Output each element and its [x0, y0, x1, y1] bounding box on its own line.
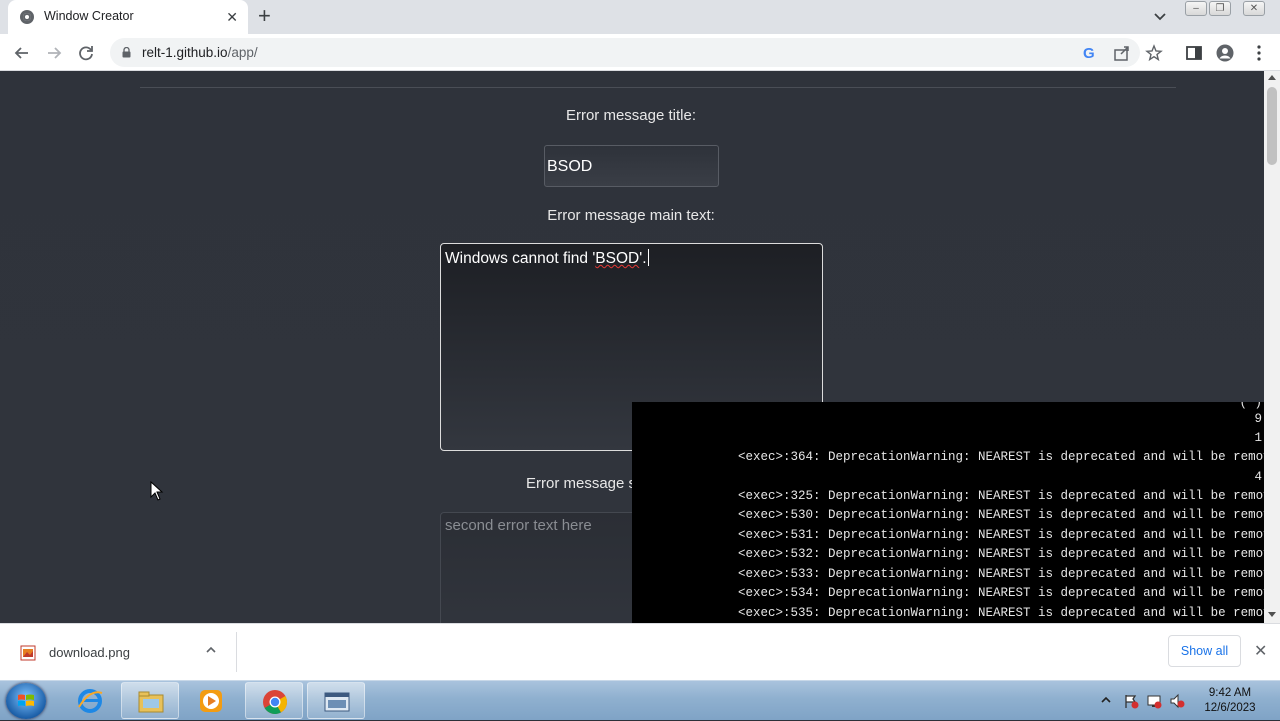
volume-muted-icon[interactable] — [1169, 693, 1185, 709]
tab-title: Window Creator — [44, 9, 134, 23]
console-line: <exec>:531: DeprecationWarning: NEAREST … — [738, 528, 1264, 542]
restore-button[interactable]: ❐ — [1209, 1, 1231, 16]
tab-strip: Window Creator ✕ + – ❐ ✕ — [0, 0, 1280, 34]
minimize-button[interactable]: – — [1185, 1, 1207, 16]
clock-time: 9:42 AM — [1208, 687, 1252, 699]
taskbar-clock[interactable]: 9:42 AM 12/6/2023 — [1195, 686, 1265, 716]
image-file-icon — [20, 645, 36, 661]
console-window: ( ) 9 1 <exec>:364: DeprecationWarning: … — [632, 402, 1264, 623]
side-panel-icon[interactable] — [1185, 44, 1203, 62]
svg-text:G: G — [1083, 45, 1095, 62]
shelf-close-button[interactable]: ✕ — [1254, 641, 1267, 661]
title-input[interactable]: BSOD — [544, 145, 719, 187]
console-line: <exec>:535: DeprecationWarning: NEAREST … — [738, 606, 1264, 620]
console-line: <exec>:325: DeprecationWarning: NEAREST … — [738, 489, 1264, 503]
scroll-up-arrow-icon[interactable] — [1268, 75, 1276, 80]
reload-icon — [79, 46, 93, 61]
taskbar-chrome[interactable] — [245, 682, 303, 719]
console-line: <exec>:532: DeprecationWarning: NEAREST … — [738, 547, 1264, 561]
back-button[interactable] — [11, 42, 33, 64]
url-path: /app/ — [227, 45, 258, 60]
main-text-label: Error message main text: — [547, 207, 715, 224]
page-scrollbar[interactable] — [1264, 71, 1280, 623]
lock-icon — [122, 47, 131, 58]
console-line: <exec>:364: DeprecationWarning: NEAREST … — [738, 450, 1264, 464]
download-file-name[interactable]: download.png — [49, 645, 130, 660]
share-icon[interactable] — [1113, 44, 1131, 62]
shelf-divider — [236, 632, 237, 672]
console-edge-text: ( ) — [1239, 402, 1262, 410]
scroll-down-arrow-icon[interactable] — [1268, 612, 1276, 617]
chrome-icon — [263, 690, 287, 715]
profile-avatar-icon[interactable] — [1216, 44, 1234, 62]
url-text: relt-1.github.io/app/ — [142, 45, 258, 60]
network-icon[interactable] — [1146, 693, 1162, 709]
second-text-label: Error message s — [526, 475, 637, 492]
arrow-left-icon — [14, 47, 28, 59]
action-center-flag-icon[interactable] — [1123, 693, 1139, 709]
window-close-button[interactable]: ✕ — [1243, 1, 1265, 16]
title-label: Error message title: — [565, 107, 697, 124]
console-line: <exec>:530: DeprecationWarning: NEAREST … — [738, 508, 1264, 522]
scrollbar-thumb[interactable] — [1267, 87, 1277, 165]
taskbar-explorer[interactable] — [121, 682, 179, 719]
google-lens-icon[interactable]: G — [1081, 44, 1099, 62]
console-edge-text: 4 — [1254, 470, 1262, 484]
divider — [140, 87, 1176, 88]
new-tab-button[interactable]: + — [258, 5, 271, 27]
show-hidden-icons-icon[interactable] — [1101, 695, 1111, 705]
ie-icon — [78, 689, 103, 713]
main-text-misspelled: BSOD — [595, 250, 640, 267]
show-all-button[interactable]: Show all — [1168, 635, 1241, 667]
taskbar-media-player[interactable] — [182, 682, 240, 719]
windows-logo-icon — [18, 694, 34, 706]
console-line: <exec>:534: DeprecationWarning: NEAREST … — [738, 586, 1264, 600]
taskbar-ie[interactable] — [61, 682, 119, 719]
console-edge-text: 1 — [1254, 431, 1262, 445]
chevron-up-icon[interactable] — [205, 644, 217, 656]
console-line: <exec>:533: DeprecationWarning: NEAREST … — [738, 567, 1264, 581]
windows-taskbar: 9:42 AM 12/6/2023 — [0, 680, 1280, 720]
globe-icon — [20, 10, 34, 24]
forward-button[interactable] — [43, 42, 65, 64]
main-text-prefix: Windows cannot find ' — [445, 250, 596, 267]
window-creator-icon — [324, 692, 350, 712]
text-caret — [647, 249, 649, 266]
download-shelf: download.png Show all ✕ — [0, 623, 1280, 680]
folder-icon — [138, 691, 164, 713]
media-player-icon — [200, 690, 222, 712]
address-bar[interactable]: relt-1.github.io/app/ — [110, 38, 1140, 67]
taskbar-window-creator[interactable] — [307, 682, 365, 719]
more-menu-icon[interactable] — [1250, 44, 1268, 62]
tab-close-button[interactable]: ✕ — [226, 8, 238, 26]
bookmark-star-icon[interactable] — [1145, 44, 1163, 62]
tab-window-creator[interactable]: Window Creator ✕ — [8, 0, 248, 34]
clock-date: 12/6/2023 — [1204, 702, 1256, 714]
reload-button[interactable] — [75, 42, 97, 64]
tab-search-icon[interactable] — [1152, 8, 1168, 24]
main-text-suffix: '. — [639, 250, 647, 267]
mouse-pointer-icon — [150, 481, 164, 501]
browser-toolbar: relt-1.github.io/app/ G — [0, 34, 1280, 71]
url-host: relt-1.github.io — [142, 45, 228, 60]
arrow-right-icon — [48, 47, 62, 59]
console-edge-text: 9 — [1254, 412, 1262, 426]
start-button[interactable] — [6, 683, 46, 719]
